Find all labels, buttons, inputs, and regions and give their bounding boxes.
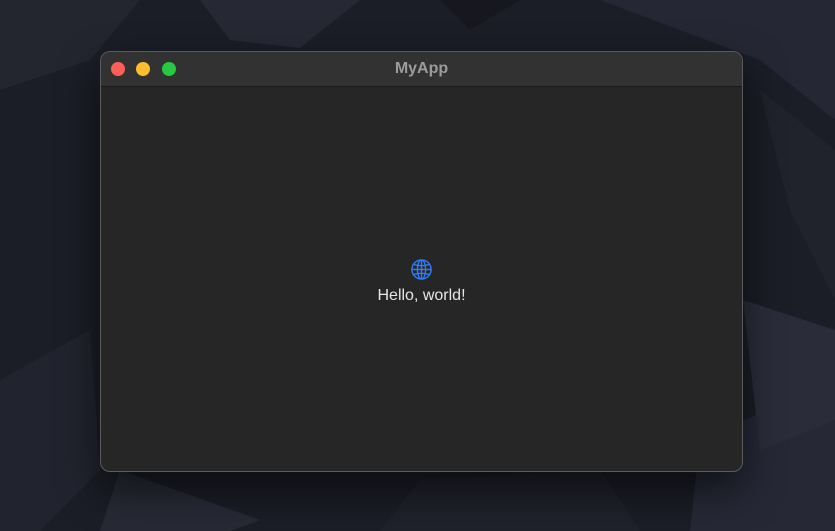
globe-icon-graphic — [411, 259, 432, 280]
greeting-text: Hello, world! — [377, 287, 466, 304]
content-stack: Hello, world! — [101, 258, 742, 305]
app-window: MyApp Hello, world! — [100, 51, 743, 472]
title-bar[interactable]: MyApp — [101, 52, 742, 87]
globe-icon — [410, 258, 433, 281]
window-title: MyApp — [394, 60, 449, 77]
window-content: Hello, world! — [101, 87, 742, 471]
